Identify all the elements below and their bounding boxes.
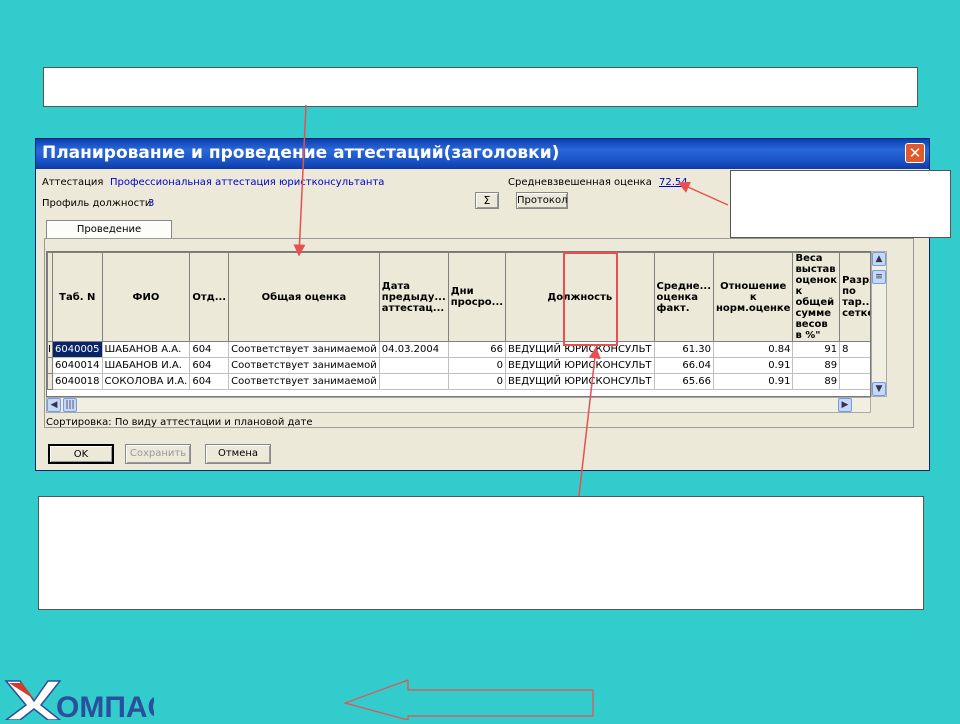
employees-table: Таб. N ФИО Отд... Общая оценка Дата пред… [47,252,870,390]
avg-score-value: 72.54 [659,177,688,188]
cell-prev-date[interactable] [378,373,449,390]
horizontal-scrollbar[interactable]: ◀ ||| ▶ [46,397,871,413]
column-header[interactable]: ФИО [101,252,191,342]
sum-button[interactable]: Σ [475,192,499,209]
highlight-avg-score-column [563,252,618,346]
cell-avg-score[interactable]: 66.04 [653,357,715,374]
cell-avg-score[interactable]: 61.30 [653,341,715,358]
back-arrow-icon[interactable] [343,679,594,720]
column-header[interactable]: Дни просро... [447,252,507,342]
tab-attestations[interactable]: Проведение аттестаций [46,220,172,253]
scroll-right-icon[interactable]: ▶ [838,398,852,412]
cell-dept[interactable]: 604 [189,341,230,358]
kompas-logo: OMПAC [3,677,169,724]
cell-dept[interactable]: 604 [189,373,230,390]
ok-button[interactable]: OK [48,444,114,464]
column-header[interactable]: Таб. N [52,252,103,342]
cell-weights[interactable]: 89 [792,373,841,390]
profile-value[interactable]: 3 [148,198,154,209]
close-icon: ✕ [908,144,922,162]
attestation-label: Аттестация [42,177,104,188]
column-header[interactable]: Веса выстав оценок к общей сумме весов в… [792,252,841,342]
cell-overall-score[interactable]: Соответствует занимаемой [228,341,380,358]
scroll-thumb[interactable]: ≡ [872,270,886,284]
cell-overall-score[interactable]: Соответствует занимаемой [228,357,380,374]
scroll-down-icon[interactable]: ▼ [872,382,886,396]
cell-prev-date[interactable] [378,357,449,374]
cell-weights[interactable]: 89 [792,357,841,374]
cell-name[interactable]: ШАБАНОВ И.А. [101,357,191,374]
cell-weights[interactable]: 91 [792,341,841,358]
cancel-button[interactable]: Отмена [205,444,271,464]
table-row[interactable]: 6040018 СОКОЛОВА И.А. 604 Соответствует … [47,373,870,390]
cell-prev-date[interactable]: 04.03.2004 [378,341,449,358]
cell-overdue-days[interactable]: 0 [447,373,507,390]
cell-grade[interactable] [839,357,870,374]
hscroll-thumb[interactable]: ||| [63,398,77,412]
table-header-row: Таб. N ФИО Отд... Общая оценка Дата пред… [47,252,870,342]
save-button[interactable]: Сохранить [125,444,191,464]
sort-status: Сортировка: По виду аттестации и планово… [46,417,313,428]
cell-norm-ratio[interactable]: 0.84 [712,341,794,358]
cell-position[interactable]: ВЕДУЩИЙ ЮРИСКОНСУЛЬТ [505,373,655,390]
cell-overdue-days[interactable]: 0 [447,357,507,374]
cell-tab-number[interactable]: 6040018 [52,373,103,390]
cell-name[interactable]: СОКОЛОВА И.А. [101,373,191,390]
column-header[interactable]: Дата предыду... аттестац... [378,252,449,342]
cell-overall-score[interactable]: Соответствует занимаемой [228,373,380,390]
column-header[interactable]: Общая оценка [228,252,380,342]
annotation-box-right [730,170,951,238]
cell-overdue-days[interactable]: 66 [447,341,507,358]
column-header[interactable]: Отношение к норм.оценке [712,252,794,342]
window-title: Планирование и проведение аттестаций(заг… [42,143,560,163]
cell-dept[interactable]: 604 [189,357,230,374]
protocol-button[interactable]: Протокол [516,192,568,209]
cell-norm-ratio[interactable]: 0.91 [712,373,794,390]
cell-grade[interactable] [839,373,870,390]
column-header[interactable]: Средне... оценка факт. [653,252,715,342]
cell-tab-number[interactable]: 6040014 [52,357,103,374]
cell-avg-score[interactable]: 65.66 [653,373,715,390]
logo-text: OMПAC [56,691,154,720]
scroll-up-icon[interactable]: ▲ [872,252,886,266]
scroll-left-icon[interactable]: ◀ [47,398,61,412]
column-header[interactable]: Разряд по тар... сетке [839,252,870,342]
annotation-box-top [43,67,918,107]
cell-tab-number[interactable]: 6040005 [52,341,103,358]
sigma-icon: Σ [483,194,491,207]
back-arrow-top [407,680,593,691]
cell-position[interactable]: ВЕДУЩИЙ ЮРИСКОНСУЛЬТ [505,357,655,374]
vertical-scrollbar[interactable]: ▲ ≡ ▼ [871,251,887,397]
cell-name[interactable]: ШАБАНОВ А.А. [101,341,191,358]
cell-norm-ratio[interactable]: 0.91 [712,357,794,374]
column-header[interactable]: Отд... [189,252,230,342]
close-button[interactable]: ✕ [905,143,925,163]
title-bar[interactable]: Планирование и проведение аттестаций(заг… [36,139,929,169]
table-row[interactable]: I 6040005 ШАБАНОВ А.А. 604 Соответствует… [47,341,870,358]
table-row[interactable]: 6040014 ШАБАНОВ И.А. 604 Соответствует з… [47,357,870,374]
employees-grid: Таб. N ФИО Отд... Общая оценка Дата пред… [46,251,871,397]
profile-label: Профиль должности [42,198,152,209]
cell-grade[interactable]: 8 [839,341,870,358]
annotation-box-bottom [38,496,924,610]
avg-score-label: Средневзвешенная оценка [508,177,652,188]
attestation-value[interactable]: Профессиональная аттестация юристконсуль… [110,177,384,188]
